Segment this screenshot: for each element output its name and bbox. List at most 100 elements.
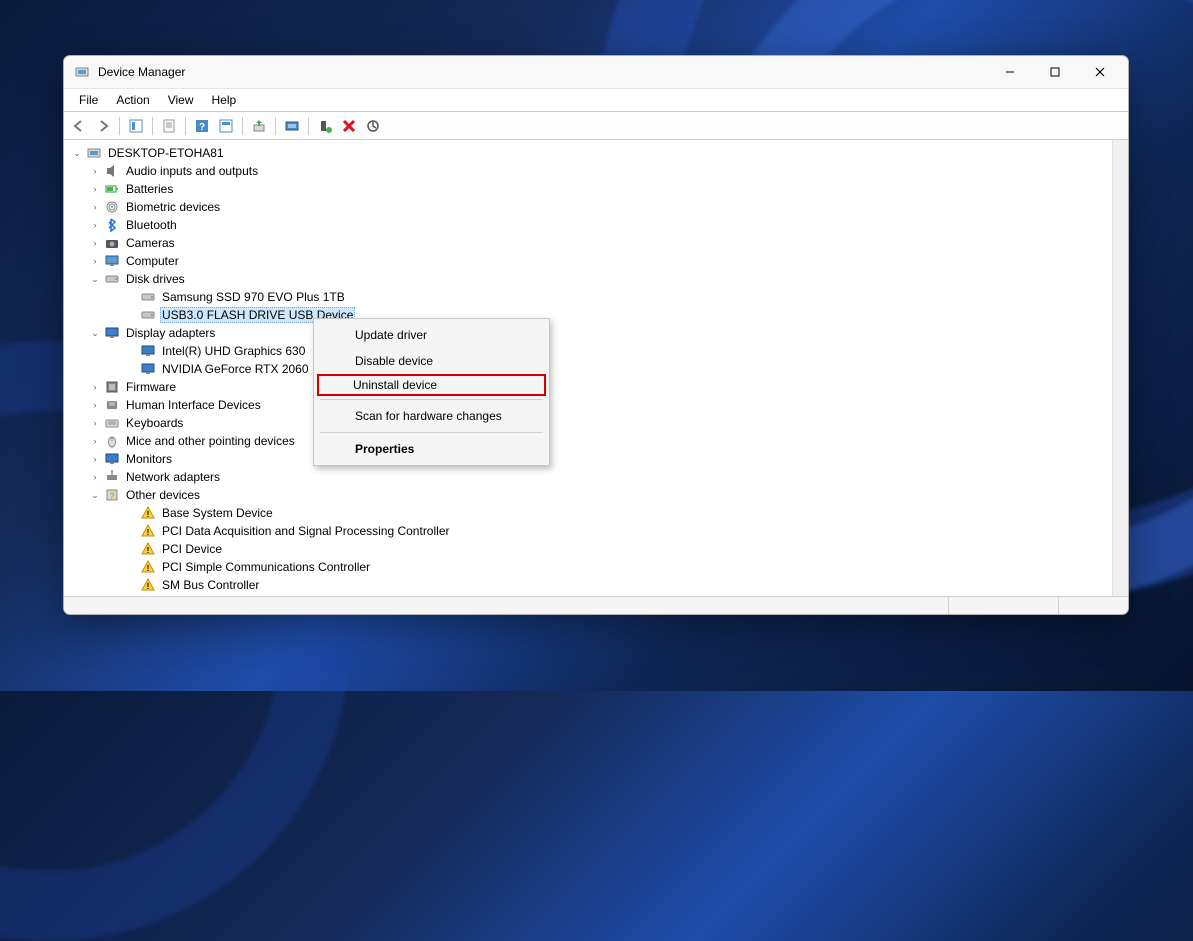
tree-node-keyboard[interactable]: ›Keyboards <box>70 414 1112 432</box>
menu-view[interactable]: View <box>159 90 203 110</box>
menu-file[interactable]: File <box>70 90 107 110</box>
scan-hardware-button[interactable] <box>281 115 303 137</box>
help-button[interactable]: ? <box>191 115 213 137</box>
chevron-right-icon[interactable]: › <box>88 164 102 178</box>
tree-label: Cameras <box>124 236 177 250</box>
tree-node-warn[interactable]: ›!Base System Device <box>70 504 1112 522</box>
chevron-right-icon[interactable]: › <box>88 254 102 268</box>
tree-node-warn[interactable]: ›!PCI Simple Communications Controller <box>70 558 1112 576</box>
forward-button[interactable] <box>92 115 114 137</box>
chevron-right-icon[interactable]: › <box>88 470 102 484</box>
tree-node-camera[interactable]: › Cameras <box>70 234 1112 252</box>
tree-label: Other devices <box>124 488 202 502</box>
battery-icon <box>104 181 120 197</box>
tree-label: Computer <box>124 254 181 268</box>
context-uninstall-device[interactable]: Uninstall device <box>317 374 546 396</box>
chevron-right-icon[interactable]: › <box>88 434 102 448</box>
chevron-down-icon[interactable]: ⌄ <box>88 488 102 502</box>
close-button[interactable] <box>1077 57 1122 87</box>
tree-node-biometric[interactable]: › Biometric devices <box>70 198 1112 216</box>
tree-label: Network adapters <box>124 470 222 484</box>
tree-label: Human Interface Devices <box>124 398 263 412</box>
menu-help[interactable]: Help <box>203 90 246 110</box>
tree-label: Bluetooth <box>124 218 179 232</box>
tree-node-disk[interactable]: ›Samsung SSD 970 EVO Plus 1TB <box>70 288 1112 306</box>
tree-node-warn[interactable]: ›!PCI Data Acquisition and Signal Proces… <box>70 522 1112 540</box>
tree-node-display[interactable]: ›Intel(R) UHD Graphics 630 <box>70 342 1112 360</box>
device-manager-window: Device Manager File Action View Help ? <box>63 55 1129 615</box>
window-title: Device Manager <box>98 65 185 79</box>
audio-icon <box>104 163 120 179</box>
context-disable-device[interactable]: Disable device <box>317 348 546 374</box>
chevron-down-icon[interactable]: ⌄ <box>88 272 102 286</box>
context-menu: Update driver Disable device Uninstall d… <box>313 318 550 466</box>
chevron-right-icon[interactable]: › <box>88 416 102 430</box>
tree-label: SM Bus Controller <box>160 578 261 592</box>
tree-label: Intel(R) UHD Graphics 630 <box>160 344 307 358</box>
tree-node-firmware[interactable]: › Firmware <box>70 378 1112 396</box>
other-icon: ? <box>104 487 120 503</box>
tree-node-display[interactable]: ⌄Display adapters <box>70 324 1112 342</box>
title-bar: Device Manager <box>64 56 1128 88</box>
context-properties[interactable]: Properties <box>317 436 546 462</box>
context-separator <box>320 399 543 400</box>
disable-device-button[interactable] <box>362 115 384 137</box>
warn-icon: ! <box>140 541 156 557</box>
tree-node-audio[interactable]: › Audio inputs and outputs <box>70 162 1112 180</box>
tree-node-network[interactable]: › Network adapters <box>70 468 1112 486</box>
warn-icon: ! <box>140 523 156 539</box>
tree-label: PCI Data Acquisition and Signal Processi… <box>160 524 451 538</box>
tree-label: Audio inputs and outputs <box>124 164 260 178</box>
tree-label: DESKTOP-ETOHA81 <box>106 146 226 160</box>
disk-icon <box>140 307 156 323</box>
chevron-right-icon[interactable]: › <box>88 452 102 466</box>
warn-icon: ! <box>140 505 156 521</box>
maximize-button[interactable] <box>1032 57 1077 87</box>
properties-button[interactable] <box>158 115 180 137</box>
tree-node-disk[interactable]: ›USB3.0 FLASH DRIVE USB Device <box>70 306 1112 324</box>
chevron-down-icon[interactable]: ⌄ <box>88 326 102 340</box>
tree-node-warn[interactable]: ›!SM Bus Controller <box>70 576 1112 594</box>
vertical-scrollbar[interactable] <box>1112 140 1128 596</box>
tree-node-disk[interactable]: ⌄Disk drives <box>70 270 1112 288</box>
chevron-right-icon[interactable]: › <box>88 200 102 214</box>
tree-label: Monitors <box>124 452 174 466</box>
update-driver-button[interactable] <box>248 115 270 137</box>
chevron-right-icon[interactable]: › <box>88 398 102 412</box>
chevron-right-icon[interactable]: › <box>88 218 102 232</box>
tree-node-other[interactable]: ⌄? Other devices <box>70 486 1112 504</box>
tree-node-computer[interactable]: › Computer <box>70 252 1112 270</box>
tree-node-display[interactable]: ›NVIDIA GeForce RTX 2060 <box>70 360 1112 378</box>
disk-icon <box>140 289 156 305</box>
enable-device-button[interactable] <box>314 115 336 137</box>
context-scan-hardware[interactable]: Scan for hardware changes <box>317 403 546 429</box>
tree-node-mouse[interactable]: › Mice and other pointing devices <box>70 432 1112 450</box>
chevron-right-icon[interactable]: › <box>88 182 102 196</box>
tree-label: Mice and other pointing devices <box>124 434 297 448</box>
tree-node-root[interactable]: ⌄ DESKTOP-ETOHA81 <box>70 144 1112 162</box>
minimize-button[interactable] <box>987 57 1032 87</box>
show-hide-console-tree-button[interactable] <box>125 115 147 137</box>
chevron-right-icon[interactable]: › <box>88 380 102 394</box>
tree-node-battery[interactable]: ›Batteries <box>70 180 1112 198</box>
svg-text:!: ! <box>147 546 150 555</box>
chevron-down-icon[interactable]: ⌄ <box>70 146 84 160</box>
tree-node-warn[interactable]: ›!PCI Device <box>70 540 1112 558</box>
chevron-right-icon[interactable]: › <box>88 236 102 250</box>
root-icon <box>86 145 102 161</box>
context-update-driver[interactable]: Update driver <box>317 322 546 348</box>
device-tree[interactable]: ⌄ DESKTOP-ETOHA81 › Audio inputs and output… <box>64 140 1112 596</box>
uninstall-device-button[interactable] <box>338 115 360 137</box>
display-icon <box>140 343 156 359</box>
back-button[interactable] <box>68 115 90 137</box>
svg-text:!: ! <box>147 564 150 573</box>
action-center-button[interactable] <box>215 115 237 137</box>
tree-label: Biometric devices <box>124 200 222 214</box>
tree-node-monitor[interactable]: › Monitors <box>70 450 1112 468</box>
firmware-icon <box>104 379 120 395</box>
tree-node-bluetooth[interactable]: › Bluetooth <box>70 216 1112 234</box>
menu-action[interactable]: Action <box>107 90 158 110</box>
tree-label: Firmware <box>124 380 178 394</box>
tree-label: PCI Simple Communications Controller <box>160 560 372 574</box>
tree-node-hid[interactable]: › Human Interface Devices <box>70 396 1112 414</box>
